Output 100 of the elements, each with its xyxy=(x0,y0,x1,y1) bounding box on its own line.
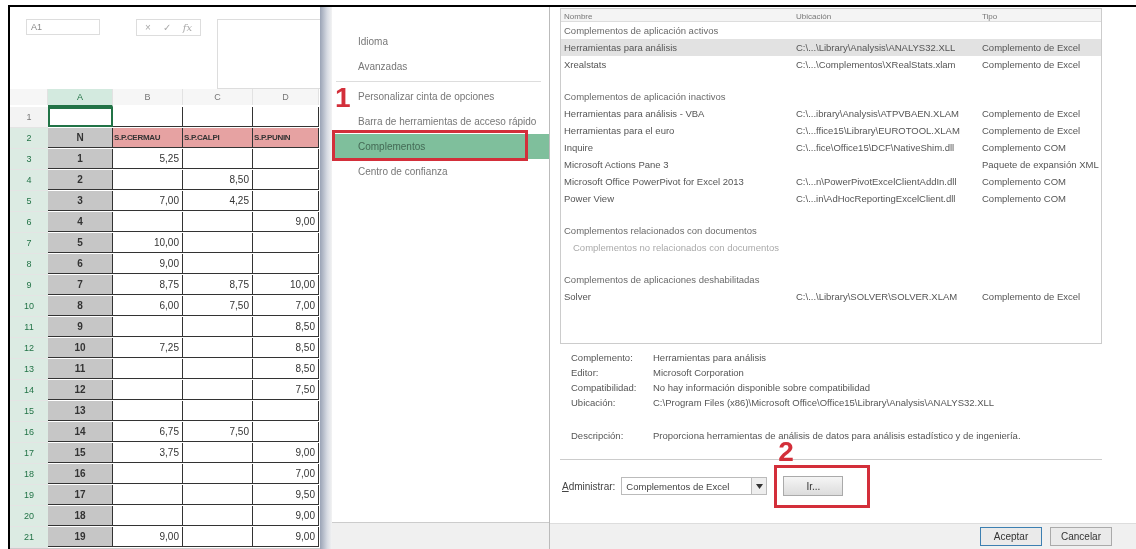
addin-type: Complemento de Excel xyxy=(982,42,1082,53)
table-cell: 5 xyxy=(48,233,113,253)
select-all-corner[interactable] xyxy=(10,89,48,105)
row-header[interactable]: 9 xyxy=(10,275,48,296)
table-cell xyxy=(183,107,253,127)
addin-row[interactable]: Herramientas para el euro C:\...ffice15\Library\EUROTOOL.XLAM Complemento de Excel xyxy=(561,122,1101,139)
table-cell xyxy=(253,170,319,190)
column-header[interactable]: A xyxy=(48,89,113,107)
addin-type: Complemento COM xyxy=(982,193,1067,204)
table-cell xyxy=(183,401,253,421)
row-header[interactable]: 16 xyxy=(10,422,48,443)
row-header[interactable]: 8 xyxy=(10,254,48,275)
addin-row[interactable]: Xrealstats C:\...\Complementos\XRealStats.xlam Complemento de Excel xyxy=(561,56,1101,73)
dialog-button[interactable]: Cancelar xyxy=(1050,527,1112,546)
sidebar-item[interactable]: Barra de herramientas de acceso rápido xyxy=(354,109,541,134)
table-cell xyxy=(113,317,183,337)
manage-label: Administrar: xyxy=(562,480,616,492)
addin-row[interactable]: Microsoft Office PowerPivot for Excel 2013 C:\...n\PowerPivotExcelClientAddIn.dll Complemento COM xyxy=(561,173,1101,190)
row-header[interactable]: 21 xyxy=(10,527,48,548)
addin-name: Inquire xyxy=(564,142,595,153)
addin-name: Xrealstats xyxy=(564,59,608,70)
row-header[interactable]: 5 xyxy=(10,191,48,212)
table-cell xyxy=(253,191,319,211)
row-header[interactable]: 13 xyxy=(10,359,48,380)
table-cell: 14 xyxy=(48,422,113,442)
addin-type: Paquete de expansión XML xyxy=(982,159,1100,170)
addin-row[interactable]: Solver C:\...\Library\SOLVER\SOLVER.XLAM Complemento de Excel xyxy=(561,288,1101,305)
column-header[interactable]: Ubicación xyxy=(796,12,982,21)
row-header[interactable]: 7 xyxy=(10,233,48,254)
addin-row[interactable]: Herramientas para análisis C:\...\Library\Analysis\ANALYS32.XLL Complemento de Excel xyxy=(561,39,1101,56)
column-header[interactable]: D xyxy=(253,89,319,105)
row-header[interactable]: 14 xyxy=(10,380,48,401)
table-cell xyxy=(253,107,319,127)
table-cell xyxy=(48,107,113,127)
sidebar-item[interactable]: Idioma xyxy=(354,29,392,54)
column-header[interactable]: B xyxy=(113,89,183,105)
table-cell: 9,00 xyxy=(253,506,319,526)
addin-type: Complemento COM xyxy=(982,142,1067,153)
table-cell xyxy=(183,212,253,232)
detail-value: Proporciona herramientas de análisis de datos para análisis estadístico y de ingeniería. xyxy=(653,430,1022,441)
addin-row[interactable]: Herramientas para análisis - VBA C:\...ibrary\Analysis\ATPVBAEN.XLAM Complemento de Excel xyxy=(561,105,1101,122)
addin-type: Complemento COM xyxy=(982,176,1067,187)
table-cell: 8,50 xyxy=(183,170,253,190)
row-header[interactable]: 6 xyxy=(10,212,48,233)
table-cell: 9,00 xyxy=(253,527,319,547)
table-cell xyxy=(183,380,253,400)
table-cell xyxy=(183,527,253,547)
addin-name: Herramientas para análisis xyxy=(564,42,678,53)
addin-name: Herramientas para el euro xyxy=(564,125,676,136)
row-header[interactable]: 12 xyxy=(10,338,48,359)
sidebar-item[interactable]: Complementos xyxy=(332,134,549,159)
addin-row[interactable]: Microsoft Actions Pane 3 Paquete de expansión XML xyxy=(561,156,1101,173)
sidebar-item[interactable]: Personalizar cinta de opciones xyxy=(354,84,499,109)
row-header[interactable]: 1 xyxy=(10,107,48,128)
table-cell xyxy=(253,149,319,169)
table-cell: 6,75 xyxy=(113,422,183,442)
go-button[interactable]: Ir... xyxy=(783,476,844,496)
sidebar-item[interactable]: Avanzadas xyxy=(354,54,412,79)
table-cell xyxy=(183,317,253,337)
addin-location: C:\...in\AdHocReportingExcelClient.dll xyxy=(796,193,957,204)
manage-dropdown[interactable]: Complementos de Excel xyxy=(621,477,768,495)
column-header[interactable]: Nombre xyxy=(564,12,796,21)
table-cell: 18 xyxy=(48,506,113,526)
detail-label: Editor: xyxy=(571,367,600,378)
table-cell xyxy=(113,107,183,127)
row-header[interactable]: 18 xyxy=(10,464,48,485)
row-header[interactable]: 19 xyxy=(10,485,48,506)
addin-location: C:\...n\PowerPivotExcelClientAddIn.dll xyxy=(796,176,958,187)
table-cell: 2 xyxy=(48,170,113,190)
sidebar-item[interactable]: Centro de confianza xyxy=(354,159,452,184)
table-cell: 7 xyxy=(48,275,113,295)
addin-name: Power View xyxy=(564,193,615,204)
row-header[interactable]: 17 xyxy=(10,443,48,464)
table-cell xyxy=(113,359,183,379)
row-header[interactable]: 10 xyxy=(10,296,48,317)
table-cell: 7,50 xyxy=(183,296,253,316)
addin-row[interactable]: Inquire C:\...fice\Office15\DCF\NativeShim.dll Complemento COM xyxy=(561,139,1101,156)
row-header[interactable]: 20 xyxy=(10,506,48,527)
row-header[interactable]: 3 xyxy=(10,149,48,170)
group-title: Complementos de aplicaciones deshabilitadas xyxy=(564,274,760,285)
row-header[interactable]: 11 xyxy=(10,317,48,338)
addin-row[interactable]: Power View C:\...in\AdHocReportingExcelClient.dll Complemento COM xyxy=(561,190,1101,207)
dialog-button[interactable]: Aceptar xyxy=(980,527,1042,546)
addin-location: C:\...\Complementos\XRealStats.xlam xyxy=(796,59,957,70)
table-cell: 16 xyxy=(48,464,113,484)
table-cell xyxy=(113,401,183,421)
name-box[interactable]: A1 xyxy=(26,19,100,35)
column-header[interactable]: Tipo xyxy=(982,12,1101,21)
table-cell: 7,50 xyxy=(253,380,319,400)
table-cell: 15 xyxy=(48,443,113,463)
addin-type: Complemento de Excel xyxy=(982,59,1082,70)
table-cell xyxy=(113,212,183,232)
row-header[interactable]: 2 xyxy=(10,128,48,149)
row-header[interactable]: 15 xyxy=(10,401,48,422)
table-cell: 9 xyxy=(48,317,113,337)
table-cell: 17 xyxy=(48,485,113,505)
addin-location: C:\...ibrary\Analysis\ATPVBAEN.XLAM xyxy=(796,108,960,119)
column-header[interactable]: C xyxy=(183,89,253,105)
table-cell xyxy=(113,170,183,190)
row-header[interactable]: 4 xyxy=(10,170,48,191)
